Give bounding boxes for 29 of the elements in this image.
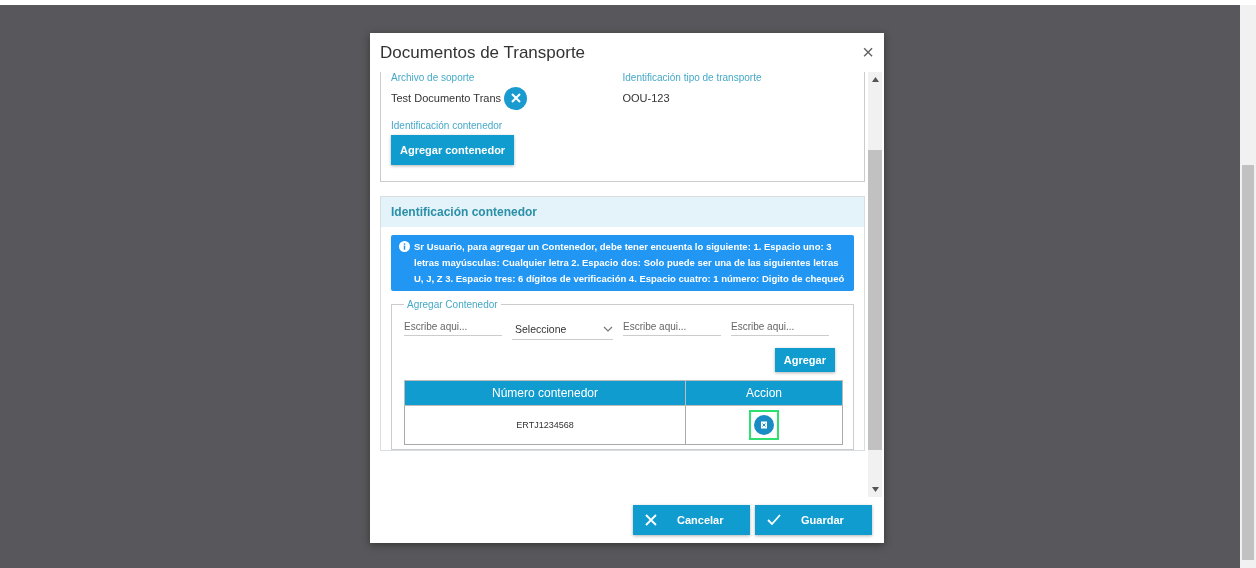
scrollbar[interactable]: [868, 72, 882, 497]
field-label: Identificación contenedor: [391, 120, 503, 131]
dialog-title: Documentos de Transporte: [380, 42, 586, 63]
select-field[interactable]: Seleccione: [512, 320, 613, 340]
fieldset-legend: Agregar Contenedor: [404, 299, 501, 310]
field-label: Identificación tipo de transporte: [622, 72, 763, 83]
chevron-down-icon: [603, 326, 613, 332]
scroll-up-icon[interactable]: [871, 77, 879, 82]
save-button[interactable]: Guardar: [755, 505, 872, 535]
info-text: Sr Usuario, para agregar un Contenedor, debe tener encuenta lo siguiente: 1. Espacio uno: 3 letras mayúsculas: Cualquier letra 2. Espacio dos: Solo puede ser una de las siguientes letras U, J, Z 3. Espacio tres: 6 dígitos de verificación 4. Espacio cuatro: 1 número: Digito de chequeó: [414, 240, 846, 286]
cancel-button[interactable]: Cancelar: [633, 505, 750, 535]
page-scrollbar[interactable]: [1240, 5, 1256, 568]
table-cell: ERTJ1234568: [404, 405, 686, 445]
remove-file-button[interactable]: [504, 86, 528, 110]
close-button[interactable]: ×: [862, 41, 874, 64]
field-value: Test Documento Trans: [391, 92, 502, 104]
column-header: Número contenedor: [404, 380, 686, 406]
close-icon: [645, 514, 657, 526]
checkmark-icon: [767, 514, 781, 526]
add-container-button[interactable]: Agregar contenedor: [391, 135, 515, 165]
scroll-down-icon[interactable]: [871, 487, 879, 492]
field-value: OOU-123: [622, 92, 670, 104]
delete-button[interactable]: [749, 410, 779, 440]
column-header: Accion: [685, 380, 843, 406]
field-label: Archivo de soporte: [391, 72, 476, 83]
close-icon: [509, 92, 522, 104]
info-icon: [399, 241, 410, 252]
add-button[interactable]: Agregar: [774, 348, 835, 372]
panel-header: Identificación contenedor: [381, 197, 864, 227]
